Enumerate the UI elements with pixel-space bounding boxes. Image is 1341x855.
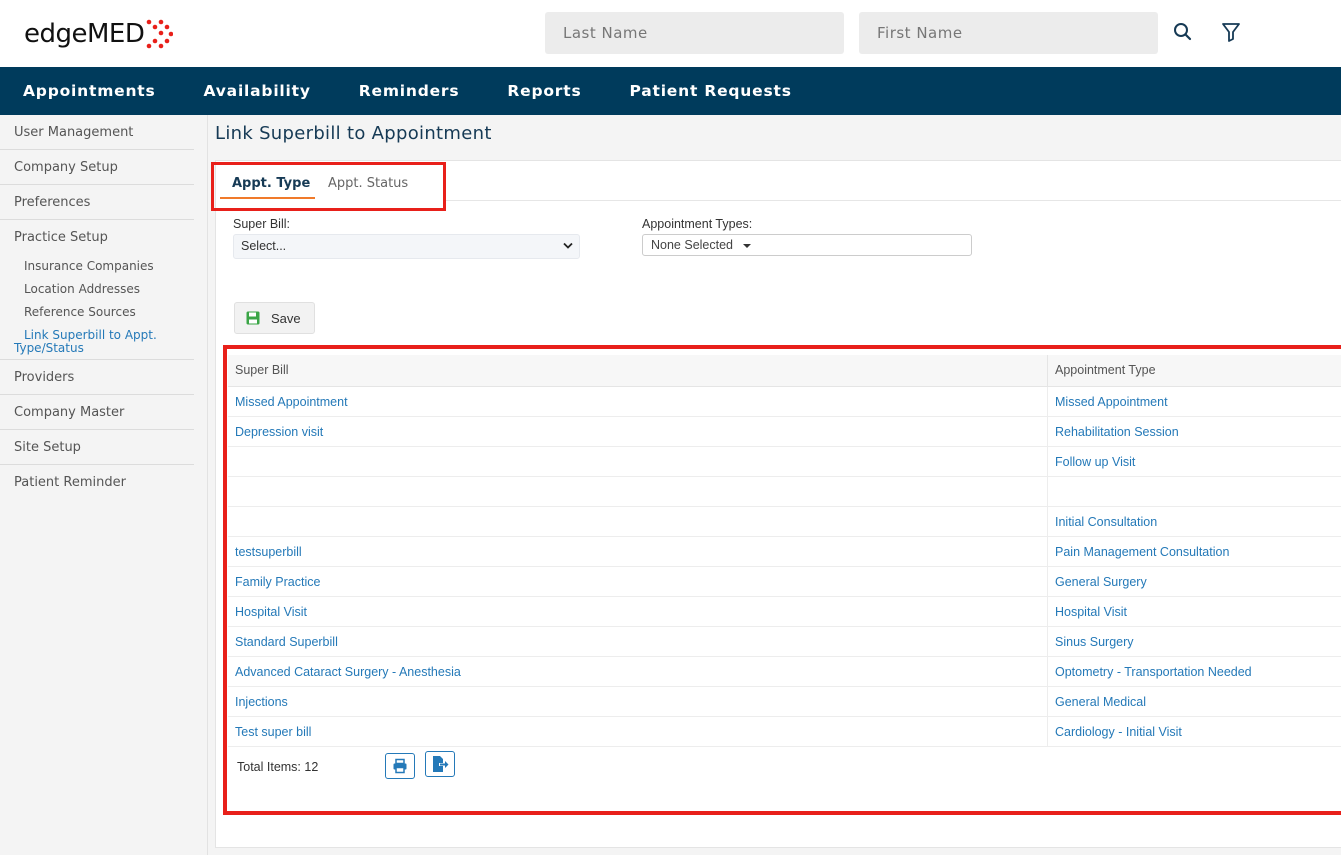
- filter-icon[interactable]: [1219, 20, 1243, 44]
- top-header: edge MED: [0, 0, 1341, 67]
- sidebar-item-site-setup[interactable]: Site Setup: [0, 430, 194, 465]
- tab-divider: [446, 200, 1341, 201]
- sidebar-item-patient-reminder[interactable]: Patient Reminder: [0, 465, 194, 500]
- search-icon[interactable]: [1171, 20, 1195, 44]
- appointment-types-value: None Selected: [651, 238, 734, 252]
- super-bill-select[interactable]: Select...: [233, 234, 580, 259]
- tabs-highlight-box: [211, 162, 446, 211]
- appointment-types-multiselect[interactable]: None Selected: [642, 234, 972, 256]
- logo-text-edge: edge: [24, 19, 88, 49]
- super-bill-label: Super Bill:: [233, 217, 290, 231]
- sidebar-subitem-link-superbill-line1: Link Superbill to Appt.: [24, 328, 157, 342]
- main-nav: Appointments Availability Reminders Repo…: [0, 67, 1341, 115]
- appointment-types-label: Appointment Types:: [642, 217, 753, 231]
- printer-icon: [393, 758, 407, 774]
- last-name-input[interactable]: [545, 12, 844, 54]
- page-title: Link Superbill to Appointment: [215, 123, 492, 144]
- sidebar-subitem-link-superbill-line2: Type/Status: [14, 341, 84, 355]
- nav-reports[interactable]: Reports: [507, 82, 581, 100]
- sidebar-item-providers[interactable]: Providers: [0, 360, 194, 395]
- nav-appointments[interactable]: Appointments: [23, 82, 156, 100]
- sidebar-item-practice-setup[interactable]: Practice Setup: [0, 220, 194, 255]
- sidebar-subitem-reference-sources[interactable]: Reference Sources: [0, 301, 194, 324]
- save-icon: [246, 311, 260, 325]
- nav-availability[interactable]: Availability: [204, 82, 311, 100]
- sidebar-item-company-master[interactable]: Company Master: [0, 395, 194, 430]
- sidebar-subitem-link-superbill[interactable]: Link Superbill to Appt. Type/Status: [0, 324, 194, 355]
- sidebar-subitem-insurance-companies[interactable]: Insurance Companies: [0, 255, 194, 278]
- sidebar-subitem-location-addresses[interactable]: Location Addresses: [0, 278, 194, 301]
- edgemed-logo[interactable]: edge MED: [24, 18, 174, 50]
- logo-dots-icon: [147, 19, 174, 49]
- export-button[interactable]: [425, 751, 455, 777]
- sidebar-item-company-setup[interactable]: Company Setup: [0, 150, 194, 185]
- save-button[interactable]: Save: [234, 302, 315, 334]
- grid-highlight-box: [223, 345, 1341, 815]
- nav-reminders[interactable]: Reminders: [359, 82, 460, 100]
- total-items: Total Items: 12: [237, 760, 319, 774]
- caret-down-icon: [743, 243, 752, 248]
- first-name-input[interactable]: [859, 12, 1158, 54]
- chevron-down-icon: [563, 242, 573, 249]
- sidebar-group-practice-setup: Practice Setup Insurance Companies Locat…: [0, 220, 194, 360]
- export-file-icon: [433, 756, 449, 772]
- save-button-label: Save: [271, 310, 301, 326]
- sidebar-item-preferences[interactable]: Preferences: [0, 185, 194, 220]
- sidebar: User Management Company Setup Preference…: [0, 115, 208, 855]
- sidebar-item-user-management[interactable]: User Management: [0, 115, 194, 150]
- nav-patient-requests[interactable]: Patient Requests: [629, 82, 791, 100]
- logo-text-med: MED: [87, 19, 145, 49]
- print-button[interactable]: [385, 753, 415, 779]
- super-bill-select-value: Select...: [241, 239, 287, 253]
